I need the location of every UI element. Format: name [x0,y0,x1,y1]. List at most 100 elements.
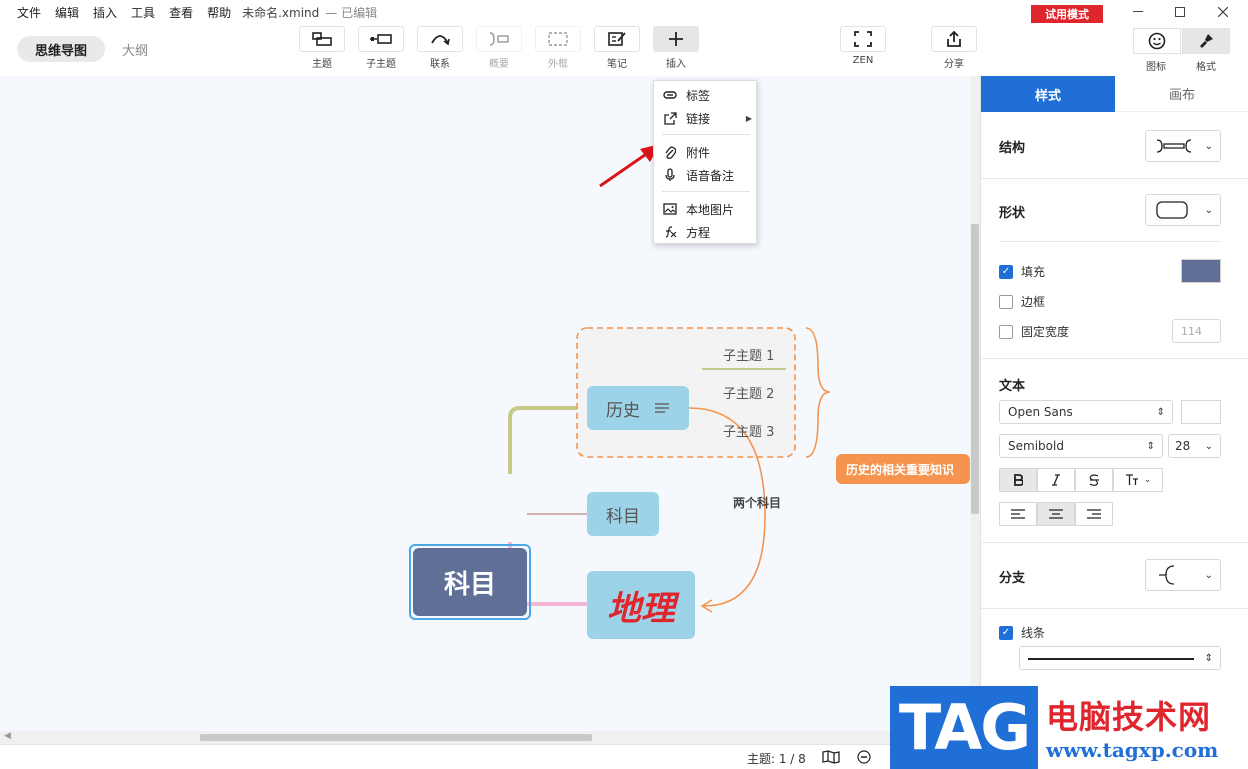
summary-topic[interactable]: 历史的相关重要知识 [836,454,970,484]
relationship-label[interactable]: 两个科目 [733,494,781,511]
fixed-width-option[interactable]: 固定宽度 [999,323,1069,340]
subtopic-3[interactable]: 子主题 3 [723,421,774,440]
external-link-icon [663,111,677,125]
vertical-scroll-thumb[interactable] [971,224,979,514]
shape-select[interactable]: ⌄ [1145,194,1221,226]
menu-item-link[interactable]: 链接 ▶ [662,108,752,128]
minimize-button[interactable] [1118,2,1158,22]
structure-select[interactable]: ⌄ [1145,130,1221,162]
subtopic-2[interactable]: 子主题 2 [723,383,774,402]
topic-subject[interactable]: 科目 [587,492,659,536]
updown-icon: ⇕ [1204,652,1213,664]
italic-icon [1052,474,1060,486]
font-size-select[interactable]: 28 ⌄ [1168,434,1221,458]
fill-checkbox[interactable]: ✓ [999,264,1013,279]
summary-bracket [805,327,831,458]
subtopic-label: 子主题 [366,59,396,70]
relation-button[interactable]: 联系 [416,26,464,70]
subtopic-button[interactable]: 子主题 [357,26,405,70]
maximize-button[interactable] [1160,2,1200,22]
menu-view[interactable]: 查看 [162,4,200,21]
bold-button[interactable] [999,468,1037,492]
icon-panel-button[interactable] [1133,28,1181,54]
tab-canvas[interactable]: 画布 [1115,76,1248,112]
summary-icon [489,32,509,46]
red-pointer-arrow-line [599,148,653,188]
topic-button[interactable]: 主题 [298,26,346,70]
fixed-width-checkbox[interactable] [999,324,1013,339]
line-checkbox[interactable]: ✓ [999,625,1013,640]
menu-file[interactable]: 文件 [10,4,48,21]
font-weight-select[interactable]: Semibold ⇕ [999,434,1163,458]
relation-icon [431,35,450,46]
menu-edit[interactable]: 编辑 [48,4,86,21]
microphone-icon [665,168,675,181]
menu-item-voice-note[interactable]: 语音备注 [662,165,752,185]
close-button[interactable] [1203,2,1243,22]
map-icon[interactable] [822,750,840,764]
branch-curve-icon [1159,565,1175,585]
menu-help[interactable]: 帮助 [200,4,238,21]
line-option[interactable]: ✓ 线条 [999,624,1045,641]
note-button[interactable]: 笔记 [593,26,641,70]
branch-style-select[interactable]: ⌄ [1145,559,1221,591]
fill-label: 填充 [1021,265,1046,279]
document-title: 未命名.xmind — 已编辑 [242,4,377,21]
zen-button[interactable]: ZEN [839,26,887,66]
divider [981,608,1248,609]
fill-color-swatch[interactable] [1181,259,1221,283]
fullscreen-icon [854,31,872,47]
menu-insert[interactable]: 插入 [86,4,124,21]
insert-button[interactable]: 插入 [652,26,700,70]
tab-style[interactable]: 样式 [981,76,1115,112]
align-right-button[interactable] [1075,502,1113,526]
border-option[interactable]: 边框 [999,293,1045,310]
menu-item-local-image[interactable]: 本地图片 [662,199,752,219]
chevron-down-icon: ⌄ [1204,140,1213,152]
zoom-out-icon[interactable] [857,750,871,764]
note-lines-icon[interactable] [654,402,670,414]
text-color-swatch[interactable] [1181,400,1221,424]
menu-tools[interactable]: 工具 [124,4,162,21]
fill-option[interactable]: ✓ 填充 [999,263,1045,280]
horizontal-scrollbar[interactable]: ◀ [0,731,970,744]
text-case-select[interactable]: ⌄ [1113,468,1163,492]
paperclip-icon [665,146,676,159]
boundary-button[interactable]: 外框 [534,26,582,70]
scroll-left-icon[interactable]: ◀ [4,731,11,741]
divider [981,542,1248,543]
line-style-select[interactable]: ⇕ [1019,646,1221,670]
topic-history[interactable]: 历史 [587,386,689,430]
relation-label: 联系 [430,59,450,70]
watermark-tag-logo: TAG [890,686,1038,769]
subtopic-1[interactable]: 子主题 1 [723,345,774,364]
chevron-down-icon: ⌄ [1143,475,1152,485]
menu-item-label[interactable]: 标签 [662,85,752,105]
minimize-icon [1133,11,1143,12]
horizontal-scroll-thumb[interactable] [200,734,592,741]
align-left-button[interactable] [999,502,1037,526]
menu-item-equation[interactable]: 方程 [662,222,752,242]
font-family-select[interactable]: Open Sans ⇕ [999,400,1173,424]
equation-icon [665,226,677,238]
share-icon [947,30,961,47]
share-button[interactable]: 分享 [930,26,978,70]
font-weight-value: Semibold [1008,439,1064,453]
menu-item-attachment[interactable]: 附件 [662,142,752,162]
tab-outline[interactable]: 大纲 [108,36,162,62]
topic-geography[interactable]: 地理 [587,571,695,639]
border-checkbox[interactable] [999,294,1013,309]
chevron-down-icon: ⌄ [1204,569,1213,581]
strikethrough-button[interactable] [1075,468,1113,492]
bold-icon [1014,474,1023,486]
vertical-scrollbar[interactable] [970,76,980,744]
format-panel-button[interactable] [1182,28,1230,54]
mindmap-canvas[interactable]: 科目 历史 子主题 1 子主题 2 子主题 3 科目 地理 历史的相关重要知识 … [0,76,970,744]
tab-mindmap[interactable]: 思维导图 [17,36,105,62]
italic-button[interactable] [1037,468,1075,492]
fixed-width-input[interactable]: 114 [1172,319,1221,343]
summary-button[interactable]: 概要 [475,26,523,70]
trial-mode-badge[interactable]: 试用模式 [1031,5,1103,23]
align-center-button[interactable] [1037,502,1075,526]
central-topic[interactable]: 科目 [413,548,527,616]
